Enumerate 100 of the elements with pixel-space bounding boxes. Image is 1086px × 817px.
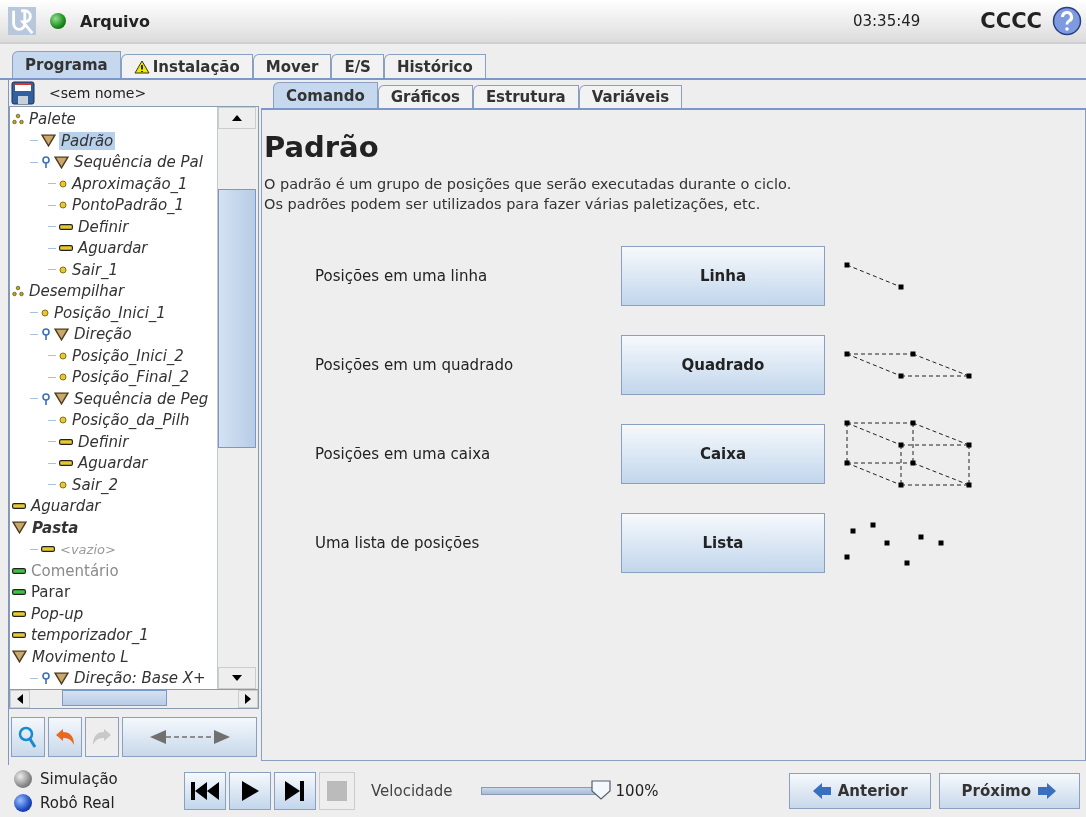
tree-item[interactable]: Movimento L	[30, 647, 131, 666]
tree-item[interactable]: PontoPadrão_1	[70, 196, 187, 215]
skip-back-icon	[190, 781, 220, 801]
resize-panel-button[interactable]	[122, 717, 257, 757]
tree-item[interactable]: Sair_1	[70, 260, 121, 279]
collapse-handle-icon[interactable]	[41, 156, 51, 169]
waypoint-dot-icon	[59, 373, 67, 382]
waypoint-dot-icon	[59, 480, 67, 489]
tree-item[interactable]: temporizador_1	[29, 626, 151, 645]
search-button[interactable]	[11, 717, 45, 757]
line-pattern-drawing	[843, 261, 905, 291]
tree-item[interactable]: Aguardar	[76, 239, 150, 258]
tree-item[interactable]: Definir	[76, 432, 131, 451]
triangle-icon	[12, 521, 27, 535]
status-light-icon	[50, 13, 66, 29]
bar-icon	[41, 546, 55, 553]
bar-icon	[12, 567, 26, 574]
redo-icon	[91, 727, 113, 747]
left-arrow-icon	[811, 782, 832, 800]
mode-radio[interactable]	[14, 794, 32, 812]
previous-button[interactable]: Anterior	[788, 773, 931, 809]
program-tree[interactable]	[10, 106, 217, 689]
tree-item[interactable]: Direção	[72, 325, 134, 344]
double-arrow-icon	[149, 729, 230, 745]
vertical-scrollbar[interactable]	[217, 106, 256, 689]
mode-radio[interactable]	[14, 770, 32, 788]
sub-tab[interactable]: Comando	[273, 82, 378, 108]
bar-icon	[12, 503, 26, 510]
bar-icon	[59, 245, 73, 252]
main-tab[interactable]: Mover	[252, 54, 332, 78]
program-name: <sem nome>	[49, 84, 147, 101]
play-icon	[240, 780, 260, 802]
triangle-icon	[41, 134, 56, 148]
tree-item[interactable]: Pasta	[30, 518, 81, 537]
main-tab[interactable]: Histórico	[383, 54, 486, 78]
clock-time: 03:35:49	[852, 12, 921, 30]
waypoint-dot-icon	[59, 416, 67, 425]
waypoint-dot-icon	[59, 179, 67, 188]
step-forward-button[interactable]	[274, 772, 316, 810]
tree-item[interactable]: Pop-up	[29, 604, 86, 623]
tree-item[interactable]: Direção: Base X+	[72, 669, 208, 688]
play-button[interactable]	[229, 772, 271, 810]
tree-item[interactable]: Palete	[27, 110, 78, 129]
scroll-left-icon[interactable]	[17, 694, 23, 704]
help-icon[interactable]	[1052, 6, 1082, 36]
tree-item[interactable]: Posição_Inici_2	[70, 346, 186, 365]
skip-back-button[interactable]	[184, 772, 226, 810]
slider-thumb[interactable]	[589, 779, 612, 801]
tree-item[interactable]: Comentário	[29, 561, 121, 580]
pattern-button[interactable]: Linha	[621, 246, 825, 306]
bar-icon	[12, 610, 26, 617]
tree-item[interactable]: Definir	[76, 217, 131, 236]
mode-label: Robô Real	[40, 794, 115, 812]
next-button[interactable]: Próximo	[938, 773, 1080, 809]
main-tab[interactable]: Instalação	[120, 54, 253, 78]
tree-item[interactable]: Desempilhar	[27, 282, 127, 301]
description-text: Os padrões podem ser utilizados para fazer várias paletizações, etc.	[264, 196, 762, 212]
tree-item[interactable]: Sequência de Pal	[72, 153, 205, 172]
tree-item[interactable]: Parar	[29, 583, 73, 602]
waypoint-dot-icon	[59, 265, 67, 274]
tree-item[interactable]: Posição_Inici_1	[52, 303, 168, 322]
right-arrow-icon	[1037, 782, 1057, 800]
sub-tab[interactable]: Variáveis	[578, 85, 683, 108]
scroll-right-icon[interactable]	[245, 694, 251, 704]
stop-icon	[327, 781, 347, 801]
collapse-handle-icon[interactable]	[41, 672, 51, 685]
triangle-icon	[12, 650, 27, 664]
pattern-button[interactable]: Quadrado	[621, 335, 825, 395]
triangle-icon	[54, 155, 69, 169]
pattern-button[interactable]: Caixa	[621, 424, 825, 484]
tree-item[interactable]: Aguardar	[76, 454, 150, 473]
tree-item[interactable]: Posição_Final_2	[70, 368, 192, 387]
pattern-button[interactable]: Lista	[621, 513, 825, 573]
option-label: Posições em uma caixa	[314, 445, 492, 463]
speed-reading: 100%	[615, 782, 659, 800]
main-tab[interactable]: Programa	[12, 51, 121, 78]
bar-icon	[59, 438, 73, 445]
horizontal-scrollbar[interactable]	[9, 690, 259, 709]
scroll-up-icon[interactable]	[232, 114, 242, 121]
tree-item[interactable]: Aguardar	[29, 497, 103, 516]
scroll-down-icon[interactable]	[232, 675, 242, 681]
collapse-handle-icon[interactable]	[41, 392, 51, 405]
tree-item[interactable]: Sequência de Peg	[72, 389, 211, 408]
sub-tab[interactable]: Gráficos	[377, 85, 473, 108]
bar-icon	[12, 589, 26, 596]
robot-name: CCCC	[980, 9, 1042, 33]
pallet-dots-icon	[12, 113, 24, 126]
undo-button[interactable]	[48, 717, 82, 757]
waypoint-dot-icon	[59, 351, 67, 360]
main-tab[interactable]: E/S	[331, 54, 384, 78]
tree-item[interactable]: Sair_2	[70, 475, 121, 494]
file-menu[interactable]: Arquivo	[80, 11, 151, 31]
sub-tab[interactable]: Estrutura	[472, 85, 579, 108]
option-label: Uma lista de posições	[314, 534, 481, 552]
tree-item[interactable]: Aproximação_1	[70, 174, 190, 193]
tree-item[interactable]: Padrão	[59, 131, 116, 150]
step-forward-icon	[284, 780, 306, 802]
collapse-handle-icon[interactable]	[41, 328, 51, 341]
triangle-icon	[54, 671, 69, 685]
tree-item[interactable]: Posição_da_Pilh	[70, 411, 192, 430]
